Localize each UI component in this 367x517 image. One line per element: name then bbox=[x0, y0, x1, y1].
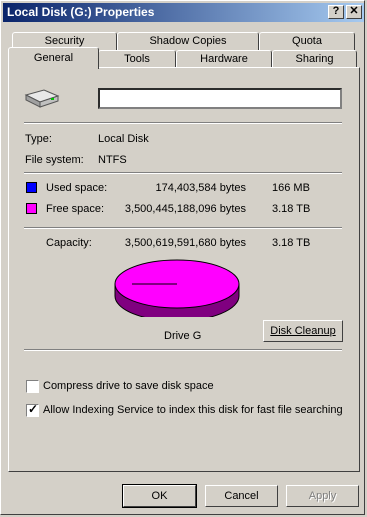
free-space-bytes: 3,500,445,188,096 bytes bbox=[124, 203, 246, 215]
disk-cleanup-label: Disk Cleanup bbox=[270, 325, 336, 337]
divider bbox=[24, 227, 342, 229]
capacity-bytes: 3,500,619,591,680 bytes bbox=[124, 237, 246, 249]
free-space-size: 3.18 TB bbox=[272, 203, 311, 215]
disk-usage-pie bbox=[114, 259, 240, 317]
capacity-label: Capacity: bbox=[46, 237, 92, 249]
ok-button[interactable]: OK bbox=[122, 484, 197, 508]
apply-button[interactable]: Apply bbox=[286, 485, 359, 507]
drive-caption: Drive G bbox=[164, 330, 202, 342]
used-space-bytes: 174,403,584 bytes bbox=[155, 182, 246, 194]
title-bar: Local Disk (G:) Properties bbox=[3, 3, 364, 22]
tab-tools[interactable]: Tools bbox=[98, 50, 176, 68]
tab-general[interactable]: General bbox=[8, 47, 99, 69]
close-button[interactable]: ✕ bbox=[346, 5, 362, 19]
tab-sharing[interactable]: Sharing bbox=[272, 50, 357, 68]
divider bbox=[24, 172, 342, 174]
tab-quota[interactable]: Quota bbox=[259, 32, 355, 50]
used-space-size: 166 MB bbox=[272, 182, 310, 194]
used-space-swatch bbox=[26, 182, 37, 193]
filesystem-value: NTFS bbox=[98, 154, 127, 166]
free-space-swatch bbox=[26, 203, 37, 214]
used-space-label: Used space: bbox=[46, 182, 108, 194]
tab-shadow-copies[interactable]: Shadow Copies bbox=[117, 32, 259, 50]
drive-icon bbox=[24, 87, 60, 109]
drive-label-input[interactable] bbox=[98, 88, 342, 109]
free-space-label: Free space: bbox=[46, 203, 105, 215]
compress-label[interactable]: Compress drive to save disk space bbox=[43, 380, 214, 392]
compress-checkbox[interactable] bbox=[26, 380, 39, 393]
type-label: Type: bbox=[25, 133, 52, 145]
indexing-checkbox[interactable]: ✓ bbox=[26, 402, 39, 417]
type-value: Local Disk bbox=[98, 133, 149, 145]
help-button[interactable]: ? bbox=[328, 5, 344, 19]
divider bbox=[24, 122, 342, 124]
properties-dialog: Local Disk (G:) Properties ? ✕ Security … bbox=[0, 0, 365, 515]
capacity-size: 3.18 TB bbox=[272, 237, 311, 249]
filesystem-label: File system: bbox=[25, 154, 84, 166]
tab-hardware[interactable]: Hardware bbox=[176, 50, 272, 68]
window-title: Local Disk (G:) Properties bbox=[7, 5, 155, 19]
indexing-label[interactable]: Allow Indexing Service to index this dis… bbox=[43, 404, 343, 416]
disk-cleanup-button[interactable]: Disk Cleanup bbox=[263, 320, 343, 342]
cancel-button[interactable]: Cancel bbox=[205, 485, 278, 507]
divider bbox=[24, 349, 342, 351]
check-mark-icon: ✓ bbox=[28, 402, 39, 416]
